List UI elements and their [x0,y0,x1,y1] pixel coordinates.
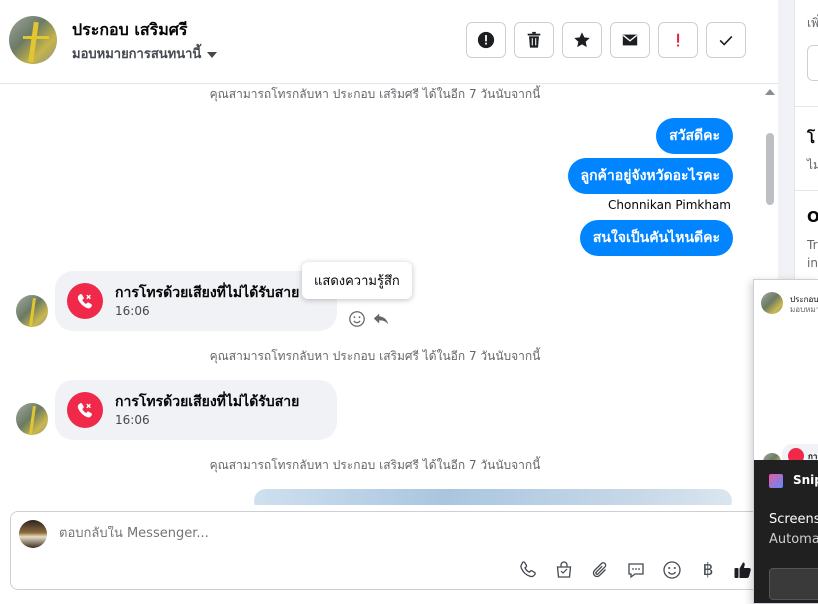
preview-avatar [761,292,783,314]
exclamation-icon [677,33,680,47]
call-back-note: คุณสามารถโทรกลับหา ประกอบ เสริมศรี ได้ใน… [209,349,541,363]
check-icon [719,35,733,46]
trash-icon [527,31,541,48]
call-back-note: คุณสามารถโทรกลับหา ประกอบ เสริมศรี ได้ใน… [209,458,541,472]
details-subtext: Tr [807,238,818,252]
missed-call-bubble[interactable]: การโทรด้วยเสียงที่ไม่ได้รับสาย 16:06 [55,380,337,440]
react-smiley-icon[interactable] [347,309,367,329]
mark-done-button[interactable] [706,22,746,58]
spam-button[interactable] [466,22,506,58]
payment-baht-icon[interactable]: ฿ [696,558,720,582]
divider [795,190,818,191]
reply-composer: ฿ [10,511,762,590]
assign-conversation-dropdown[interactable]: มอบหมายการสนทนานี้ [72,43,218,64]
notification-app-name: Snip [793,473,818,487]
reply-icon[interactable] [371,309,391,329]
contact-avatar[interactable] [9,16,57,64]
page-avatar [19,520,47,548]
inbox-window: ประกอบ เสริมศรี มอบหมายการสนทนานี้ คุณสา… [0,0,818,604]
snipping-tool-icon [769,474,783,488]
assign-label: มอบหมายการสนทนานี้ [72,47,202,62]
details-heading: O [807,208,818,226]
paperclip-icon[interactable] [588,558,612,582]
missed-call-bubble[interactable]: การโทรด้วยเสียงที่ไม่ได้รับสาย 16:06 [55,271,337,331]
notification-title: Screensh [769,512,818,527]
contact-avatar-small[interactable] [16,403,48,435]
notification-subtitle: Automa [769,532,818,547]
outgoing-message[interactable]: สนใจเป็นคันไหนดีคะ [579,220,733,256]
details-text: เพิ่ [807,16,818,30]
missed-call-title: การโทรด้วยเสียงที่ไม่ได้รับสาย [115,394,300,410]
outgoing-message[interactable]: ลูกค้าอยู่จังหวัดอะไรคะ [567,158,733,194]
outgoing-message[interactable]: สวัสดีคะ [656,118,733,154]
scroll-up-arrow-icon[interactable] [765,89,775,95]
image-attachment[interactable] [254,489,732,505]
contact-name[interactable]: ประกอบ เสริมศรี [72,18,188,43]
details-subtext: ไม [807,158,818,172]
mark-unread-button[interactable] [610,22,650,58]
thumbs-up-icon[interactable] [731,558,755,582]
preview-subtitle: มอบหมายการสนทนานี้ [790,305,818,314]
missed-call-time: 16:06 [115,304,150,318]
divider [795,106,818,107]
missed-call-title: การโทรด้วยเสียงที่ไม่ได้รับสาย [115,285,300,301]
conversation-header: ประกอบ เสริมศรี มอบหมายการสนทนานี้ [0,0,778,84]
star-button[interactable] [562,22,602,58]
notification-action-button[interactable] [769,568,818,600]
call-back-note: คุณสามารถโทรกลับหา ประกอบ เสริมศรี ได้ใน… [209,87,541,101]
sender-label: Chonnikan Pimkham [608,198,731,212]
snipping-tool-notification[interactable]: Snip Screensh Automa [754,460,818,603]
follow-up-button[interactable] [658,22,698,58]
details-heading: โ [807,129,816,147]
saved-reply-icon[interactable] [624,558,648,582]
conversation-preview-popup[interactable]: ประกอบ เสริมศรี มอบหมายการสนทนานี้ กา Sn… [753,279,818,604]
missed-call-time: 16:06 [115,413,150,427]
caret-down-icon [207,51,218,58]
emoji-icon[interactable] [660,558,684,582]
phone-icon[interactable] [516,558,540,582]
star-icon [574,32,590,48]
details-input[interactable] [807,45,818,81]
react-tooltip: แสดงความรู้สึก [302,262,412,299]
missed-call-icon [67,392,103,428]
message-thread: คุณสามารถโทรกลับหา ประกอบ เสริมศรี ได้ใน… [0,85,762,505]
details-subtext: in [807,256,818,270]
envelope-icon [622,34,638,46]
alert-circle-icon [477,31,495,49]
scrollbar-thumb[interactable] [766,133,774,205]
shopping-bag-icon[interactable] [552,558,576,582]
missed-call-icon [67,283,103,319]
reply-input[interactable] [59,526,559,541]
contact-avatar-small[interactable] [16,295,48,327]
delete-button[interactable] [514,22,554,58]
